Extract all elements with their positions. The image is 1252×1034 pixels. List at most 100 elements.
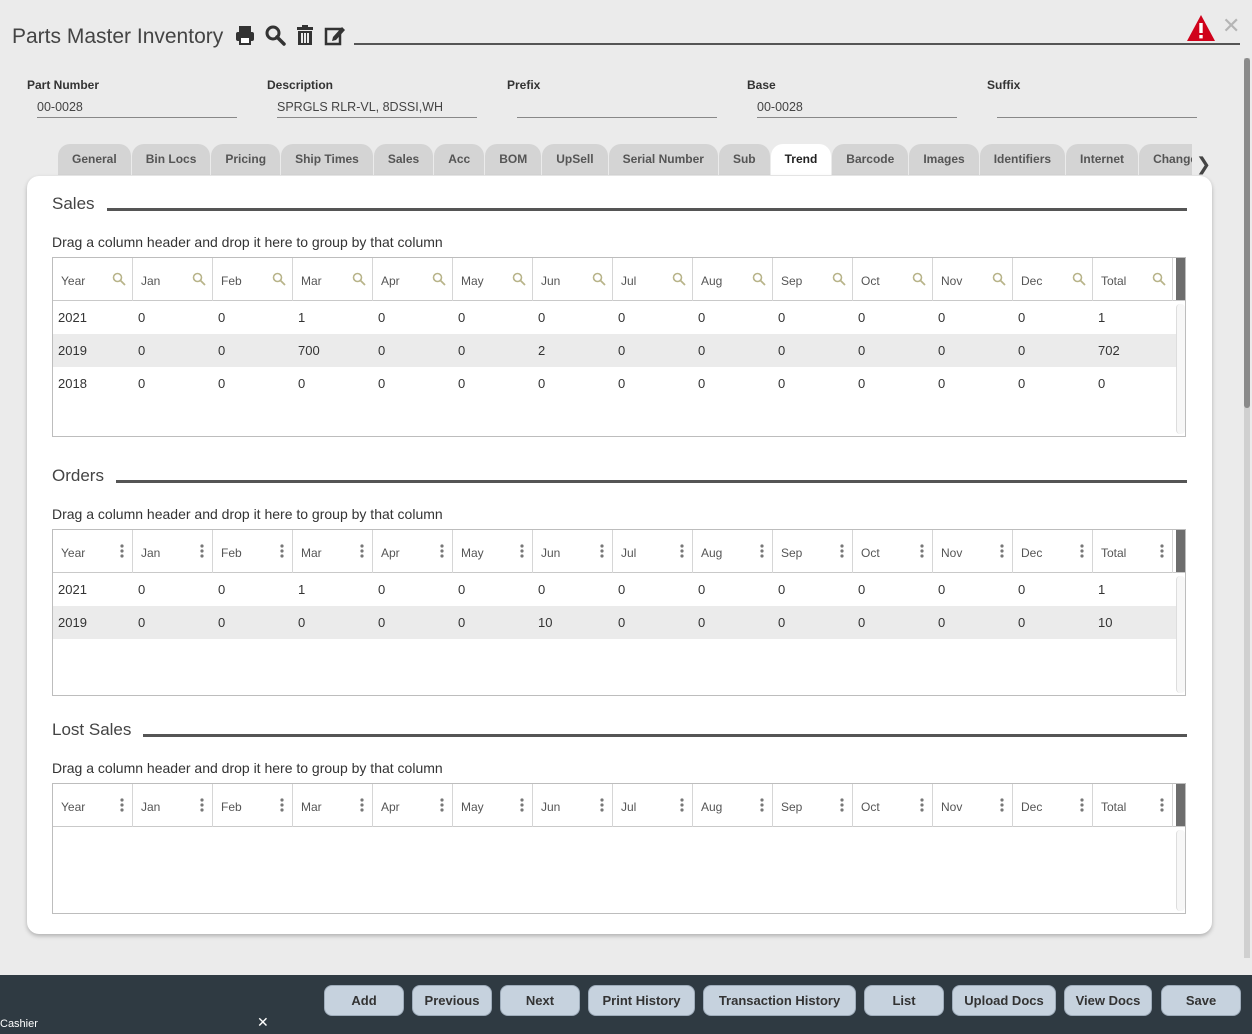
tab-sub[interactable]: Sub xyxy=(718,144,770,175)
base-input[interactable]: 00-0028 xyxy=(757,98,957,118)
tab-serial-number[interactable]: Serial Number xyxy=(608,144,718,175)
column-menu-icon[interactable] xyxy=(680,798,684,812)
column-menu-icon[interactable] xyxy=(840,798,844,812)
column-filter-icon[interactable] xyxy=(352,272,366,286)
column-header-feb[interactable]: Feb xyxy=(213,784,293,827)
column-header-sep[interactable]: Sep xyxy=(773,784,853,827)
column-menu-icon[interactable] xyxy=(120,544,124,558)
column-header-nov[interactable]: Nov xyxy=(933,784,1013,827)
column-header-jul[interactable]: Jul xyxy=(613,258,693,301)
column-menu-icon[interactable] xyxy=(1080,798,1084,812)
table-row[interactable]: 2021 0 0 1 0 0 0 0 0 0 0 0 0 1 xyxy=(53,573,1185,606)
column-header-dec[interactable]: Dec xyxy=(1013,784,1093,827)
close-icon[interactable]: ✕ xyxy=(1222,15,1240,37)
column-header-aug[interactable]: Aug xyxy=(693,258,773,301)
grid-scrollbar[interactable] xyxy=(1176,304,1185,434)
print-history-button[interactable]: Print History xyxy=(588,985,695,1016)
column-menu-icon[interactable] xyxy=(1000,798,1004,812)
column-menu-icon[interactable] xyxy=(920,544,924,558)
column-menu-icon[interactable] xyxy=(840,544,844,558)
column-filter-icon[interactable] xyxy=(432,272,446,286)
column-header-sep[interactable]: Sep xyxy=(773,530,853,573)
tab-upsell[interactable]: UpSell xyxy=(542,144,608,175)
table-row[interactable]: 2018 0 0 0 0 0 0 0 0 0 0 0 0 0 xyxy=(53,367,1185,400)
column-filter-icon[interactable] xyxy=(752,272,766,286)
warning-icon[interactable] xyxy=(1186,14,1216,42)
column-header-feb[interactable]: Feb xyxy=(213,530,293,573)
column-header-nov[interactable]: Nov xyxy=(933,258,1013,301)
column-menu-icon[interactable] xyxy=(360,544,364,558)
part-number-input[interactable]: 00-0028 xyxy=(37,98,237,118)
column-header-dec[interactable]: Dec xyxy=(1013,530,1093,573)
column-menu-icon[interactable] xyxy=(1080,544,1084,558)
column-filter-icon[interactable] xyxy=(672,272,686,286)
chevron-right-icon[interactable]: ❯ xyxy=(1196,154,1211,175)
column-header-apr[interactable]: Apr xyxy=(373,784,453,827)
suffix-field[interactable]: Suffix xyxy=(987,78,1197,118)
column-menu-icon[interactable] xyxy=(680,544,684,558)
prefix-field[interactable]: Prefix xyxy=(507,78,717,118)
save-button[interactable]: Save xyxy=(1161,985,1241,1016)
tab-bom[interactable]: BOM xyxy=(485,144,542,175)
column-menu-icon[interactable] xyxy=(1000,544,1004,558)
tab-change-his[interactable]: Change His xyxy=(1139,144,1192,175)
column-header-jun[interactable]: Jun xyxy=(533,530,613,573)
column-menu-icon[interactable] xyxy=(920,798,924,812)
column-header-jan[interactable]: Jan xyxy=(133,784,213,827)
description-input[interactable]: SPRGLS RLR-VL, 8DSSI,WH xyxy=(277,98,477,118)
column-header-year[interactable]: Year xyxy=(53,258,133,301)
column-header-jul[interactable]: Jul xyxy=(613,784,693,827)
column-header-oct[interactable]: Oct xyxy=(853,784,933,827)
column-filter-icon[interactable] xyxy=(592,272,606,286)
suffix-input[interactable] xyxy=(997,98,1197,118)
edit-icon[interactable] xyxy=(324,24,346,46)
column-header-jun[interactable]: Jun xyxy=(533,258,613,301)
column-header-nov[interactable]: Nov xyxy=(933,530,1013,573)
column-header-year[interactable]: Year xyxy=(53,784,133,827)
next-button[interactable]: Next xyxy=(500,985,580,1016)
part-number-field[interactable]: Part Number 00-0028 xyxy=(27,78,237,118)
page-scrollbar-thumb[interactable] xyxy=(1244,58,1250,408)
column-header-may[interactable]: May xyxy=(453,784,533,827)
group-drop-zone[interactable]: Drag a column header and drop it here to… xyxy=(52,506,443,522)
column-header-aug[interactable]: Aug xyxy=(693,530,773,573)
grid-scrollbar[interactable] xyxy=(1176,830,1185,911)
column-filter-icon[interactable] xyxy=(832,272,846,286)
column-menu-icon[interactable] xyxy=(520,544,524,558)
table-row[interactable]: 2019 0 0 700 0 0 2 0 0 0 0 0 0 702 xyxy=(53,334,1185,367)
column-menu-icon[interactable] xyxy=(120,798,124,812)
column-filter-icon[interactable] xyxy=(992,272,1006,286)
column-menu-icon[interactable] xyxy=(1160,798,1164,812)
grid-scrollbar[interactable] xyxy=(1176,576,1185,693)
column-menu-icon[interactable] xyxy=(360,798,364,812)
column-header-may[interactable]: May xyxy=(453,258,533,301)
column-header-jan[interactable]: Jan xyxy=(133,258,213,301)
column-header-jun[interactable]: Jun xyxy=(533,784,613,827)
column-header-feb[interactable]: Feb xyxy=(213,258,293,301)
column-header-mar[interactable]: Mar xyxy=(293,784,373,827)
upload-docs-button[interactable]: Upload Docs xyxy=(952,985,1056,1016)
column-menu-icon[interactable] xyxy=(760,798,764,812)
column-filter-icon[interactable] xyxy=(112,272,126,286)
column-menu-icon[interactable] xyxy=(280,544,284,558)
tab-barcode[interactable]: Barcode xyxy=(832,144,909,175)
column-filter-icon[interactable] xyxy=(272,272,286,286)
prefix-input[interactable] xyxy=(517,98,717,118)
column-filter-icon[interactable] xyxy=(1072,272,1086,286)
column-header-aug[interactable]: Aug xyxy=(693,784,773,827)
group-drop-zone[interactable]: Drag a column header and drop it here to… xyxy=(52,760,443,776)
view-docs-button[interactable]: View Docs xyxy=(1064,985,1152,1016)
tab-sales[interactable]: Sales xyxy=(373,144,434,175)
column-header-year[interactable]: Year xyxy=(53,530,133,573)
tab-bin-locs[interactable]: Bin Locs xyxy=(131,144,211,175)
column-header-dec[interactable]: Dec xyxy=(1013,258,1093,301)
column-menu-icon[interactable] xyxy=(760,544,764,558)
column-filter-icon[interactable] xyxy=(1152,272,1166,286)
search-icon[interactable] xyxy=(264,24,286,46)
column-header-oct[interactable]: Oct xyxy=(853,530,933,573)
column-menu-icon[interactable] xyxy=(520,798,524,812)
column-header-total[interactable]: Total xyxy=(1093,258,1173,301)
tab-ship-times[interactable]: Ship Times xyxy=(281,144,373,175)
previous-button[interactable]: Previous xyxy=(412,985,492,1016)
table-row[interactable]: 2019 0 0 0 0 0 10 0 0 0 0 0 0 10 xyxy=(53,606,1185,639)
